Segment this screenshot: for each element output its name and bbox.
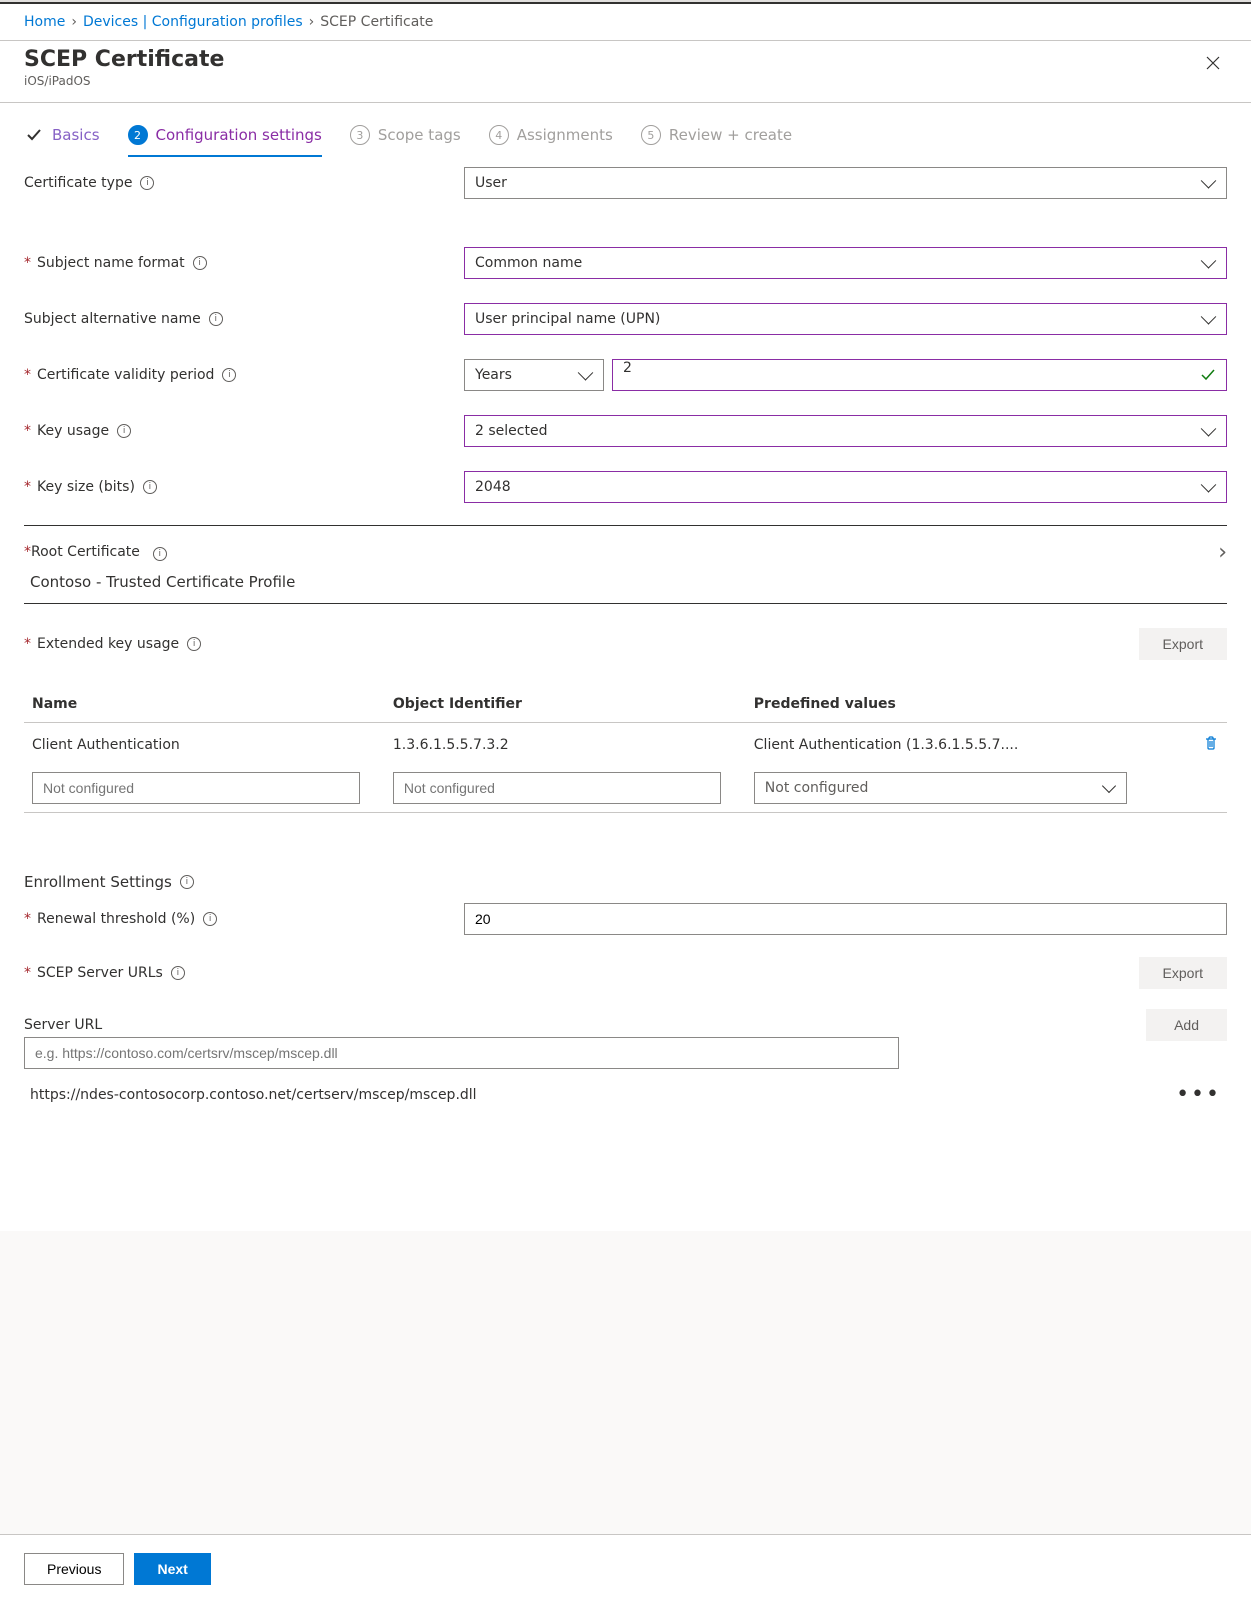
step-number-badge: 5 (641, 125, 661, 145)
info-icon[interactable]: i (143, 480, 157, 494)
dropdown-subject-alt-name[interactable]: User principal name (UPN) (464, 303, 1227, 335)
info-icon[interactable]: i (187, 637, 201, 651)
previous-button[interactable]: Previous (24, 1553, 124, 1585)
eku-name-input[interactable] (32, 772, 360, 804)
page-subtitle: iOS/iPadOS (24, 74, 224, 88)
input-validity-value[interactable]: 2 (612, 359, 1227, 391)
label-renewal-threshold: *Renewal threshold (%) i (24, 911, 464, 927)
next-button[interactable]: Next (134, 1553, 210, 1585)
info-icon[interactable]: i (222, 368, 236, 382)
label-subject-alt-name: Subject alternative name i (24, 311, 464, 327)
enrollment-settings-heading: Enrollment Settings i (24, 873, 1227, 891)
step-review-create[interactable]: 5 Review + create (641, 125, 792, 145)
input-server-url[interactable] (24, 1037, 899, 1069)
label-extended-key-usage: *Extended key usage i (24, 636, 201, 652)
checkmark-icon (24, 125, 44, 145)
breadcrumb: Home › Devices | Configuration profiles … (0, 4, 1251, 40)
root-certificate-section[interactable]: *Root Certificate i › Contoso - Trusted … (24, 526, 1227, 604)
info-icon[interactable]: i (117, 424, 131, 438)
info-icon[interactable]: i (203, 912, 217, 926)
label-subject-name-format: *Subject name format i (24, 255, 464, 271)
dropdown-key-usage[interactable]: 2 selected (464, 415, 1227, 447)
eku-oid-input[interactable] (393, 772, 721, 804)
export-eku-button[interactable]: Export (1139, 628, 1227, 660)
info-icon[interactable]: i (209, 312, 223, 326)
server-url-value: https://ndes-contosocorp.contoso.net/cer… (30, 1087, 477, 1103)
info-icon[interactable]: i (193, 256, 207, 270)
close-button[interactable] (1199, 47, 1227, 81)
breadcrumb-devices[interactable]: Devices | Configuration profiles (83, 14, 303, 30)
trash-icon (1203, 735, 1219, 751)
breadcrumb-home[interactable]: Home (24, 14, 65, 30)
info-icon[interactable]: i (140, 176, 154, 190)
label-root-certificate: *Root Certificate i (24, 544, 167, 561)
delete-eku-button[interactable] (1203, 739, 1219, 755)
eku-row: Client Authentication 1.3.6.1.5.5.7.3.2 … (24, 723, 1227, 768)
info-icon[interactable]: i (171, 966, 185, 980)
eku-row-oid: 1.3.6.1.5.5.7.3.2 (385, 723, 746, 768)
input-renewal-threshold[interactable] (464, 903, 1227, 935)
label-key-usage: *Key usage i (24, 423, 464, 439)
step-basics[interactable]: Basics (24, 125, 100, 145)
label-key-size: *Key size (bits) i (24, 479, 464, 495)
eku-predefined-dropdown[interactable]: Not configured (754, 772, 1127, 804)
dropdown-key-size[interactable]: 2048 (464, 471, 1227, 503)
column-header-predefined: Predefined values (746, 686, 1155, 723)
step-configuration-settings[interactable]: 2 Configuration settings (128, 125, 322, 157)
dropdown-subject-name-format[interactable]: Common name (464, 247, 1227, 279)
page-title: SCEP Certificate (24, 47, 224, 72)
eku-new-row: Not configured (24, 768, 1227, 813)
breadcrumb-current: SCEP Certificate (320, 14, 433, 30)
info-icon[interactable]: i (180, 875, 194, 889)
step-number-badge: 2 (128, 125, 148, 145)
chevron-right-icon: › (309, 14, 315, 30)
server-url-item: https://ndes-contosocorp.contoso.net/cer… (24, 1069, 1227, 1121)
label-certificate-type: Certificate type i (24, 175, 464, 191)
wizard-footer: Previous Next (0, 1534, 1251, 1603)
wizard-steps: Basics 2 Configuration settings 3 Scope … (24, 103, 1227, 155)
label-scep-urls: *SCEP Server URLs i (24, 965, 185, 981)
chevron-right-icon: › (1218, 540, 1227, 565)
checkmark-icon (1200, 367, 1216, 387)
label-server-url: Server URL (24, 1017, 1146, 1033)
dropdown-validity-unit[interactable]: Years (464, 359, 604, 391)
export-urls-button[interactable]: Export (1139, 957, 1227, 989)
dropdown-certificate-type[interactable]: User (464, 167, 1227, 199)
label-validity-period: *Certificate validity period i (24, 367, 464, 383)
eku-row-name: Client Authentication (24, 723, 385, 768)
info-icon[interactable]: i (153, 547, 167, 561)
eku-table: Name Object Identifier Predefined values… (24, 686, 1227, 813)
close-icon (1205, 55, 1221, 71)
column-header-name: Name (24, 686, 385, 723)
column-header-oid: Object Identifier (385, 686, 746, 723)
step-number-badge: 3 (350, 125, 370, 145)
step-assignments[interactable]: 4 Assignments (489, 125, 613, 145)
step-number-badge: 4 (489, 125, 509, 145)
add-url-button[interactable]: Add (1146, 1009, 1227, 1041)
chevron-right-icon: › (71, 14, 77, 30)
root-certificate-value: Contoso - Trusted Certificate Profile (24, 565, 1227, 591)
step-scope-tags[interactable]: 3 Scope tags (350, 125, 461, 145)
eku-row-predefined: Client Authentication (1.3.6.1.5.5.7.... (746, 723, 1155, 768)
